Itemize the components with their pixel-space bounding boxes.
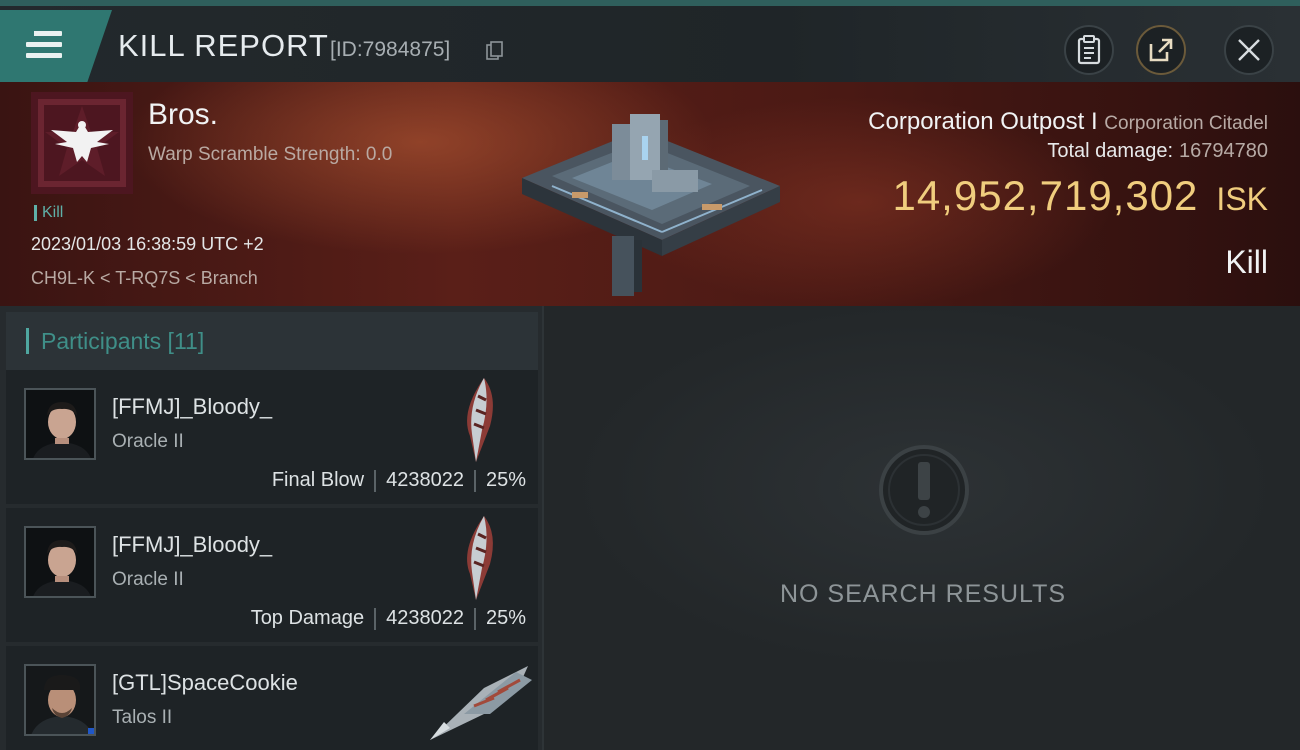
avatar: +	[24, 664, 96, 736]
kill-result: Kill	[1225, 244, 1268, 280]
no-results-message: NO SEARCH RESULTS	[779, 580, 1067, 608]
clipboard-button[interactable]	[1064, 25, 1114, 75]
details-panel: NO SEARCH RESULTS	[542, 306, 1300, 750]
close-icon	[1238, 39, 1260, 61]
participant-damage: 4238022	[386, 607, 464, 629]
kill-timestamp: 2023/01/03 16:38:59 UTC +2	[31, 234, 264, 254]
oracle-ship-icon	[467, 516, 493, 600]
participant-row[interactable]: [FFMJ]_Bloody_ Oracle II Final Blow 4238…	[6, 370, 538, 504]
avatar	[24, 388, 96, 460]
participant-stats: Final Blow 4238022 25%	[272, 469, 526, 492]
target-class: Corporation Citadel	[1104, 113, 1268, 134]
kill-tag: Kill	[34, 204, 63, 222]
participant-stats: Top Damage 4238022 25%	[251, 607, 526, 630]
share-button[interactable]	[1136, 25, 1186, 75]
page-title: KILL REPORT	[118, 28, 329, 63]
victim-name: Bros.	[148, 98, 219, 131]
target-name: Corporation Outpost I Corporation Citade…	[868, 108, 1268, 135]
participant-ship: Oracle II	[112, 569, 184, 590]
participant-role: Top Damage	[250, 607, 365, 629]
participant-percent: 25%	[485, 607, 526, 629]
warning-icon	[879, 445, 969, 535]
participant-ship: Talos II	[112, 707, 173, 728]
copy-icon[interactable]	[486, 41, 504, 61]
report-id: [ID:7984875]	[330, 38, 451, 61]
corporation-logo	[31, 92, 133, 194]
avatar	[24, 526, 96, 598]
warp-scramble-strength: Warp Scramble Strength: 0.0	[148, 144, 393, 165]
share-icon	[1149, 38, 1173, 62]
menu-button[interactable]	[0, 10, 112, 82]
close-button[interactable]	[1224, 25, 1274, 75]
participant-row[interactable]: [FFMJ]_Bloody_ Oracle II Top Damage 4238…	[6, 508, 538, 642]
participant-name: [FFMJ]_Bloody_	[112, 394, 273, 419]
eagle-emblem-icon	[31, 92, 133, 194]
citadel-structure-image	[522, 114, 780, 296]
participant-percent: 25%	[485, 469, 526, 491]
menu-icon	[26, 29, 62, 59]
participant-damage: 4238022	[386, 469, 464, 491]
total-damage: Total damage: 16794780	[1047, 140, 1268, 162]
participant-role: Final Blow	[271, 469, 365, 491]
isk-value: 14,952,719,302 ISK	[892, 172, 1268, 219]
talos-ship-icon	[430, 666, 532, 740]
kill-location: CH9L-K < T-RQ7S < Branch	[31, 268, 258, 288]
oracle-ship-icon	[467, 378, 493, 462]
top-bar: KILL REPORT [ID:7984875]	[0, 0, 1300, 82]
kill-banner: Bros. Warp Scramble Strength: 0.0 Kill 2…	[0, 82, 1300, 306]
participant-name: [FFMJ]_Bloody_	[112, 532, 273, 557]
participant-name: [GTL]SpaceCookie	[112, 670, 298, 695]
plus-badge-icon: +	[88, 728, 94, 734]
clipboard-icon	[1077, 35, 1101, 65]
participant-ship: Oracle II	[112, 431, 184, 452]
participants-header: Participants [11]	[6, 312, 538, 370]
participant-row[interactable]: + [GTL]SpaceCookie Talos II	[6, 646, 538, 750]
total-damage-value: 16794780	[1179, 140, 1268, 162]
participants-panel: Participants [11] [FFMJ]_Bloody_ Oracle …	[0, 306, 542, 750]
